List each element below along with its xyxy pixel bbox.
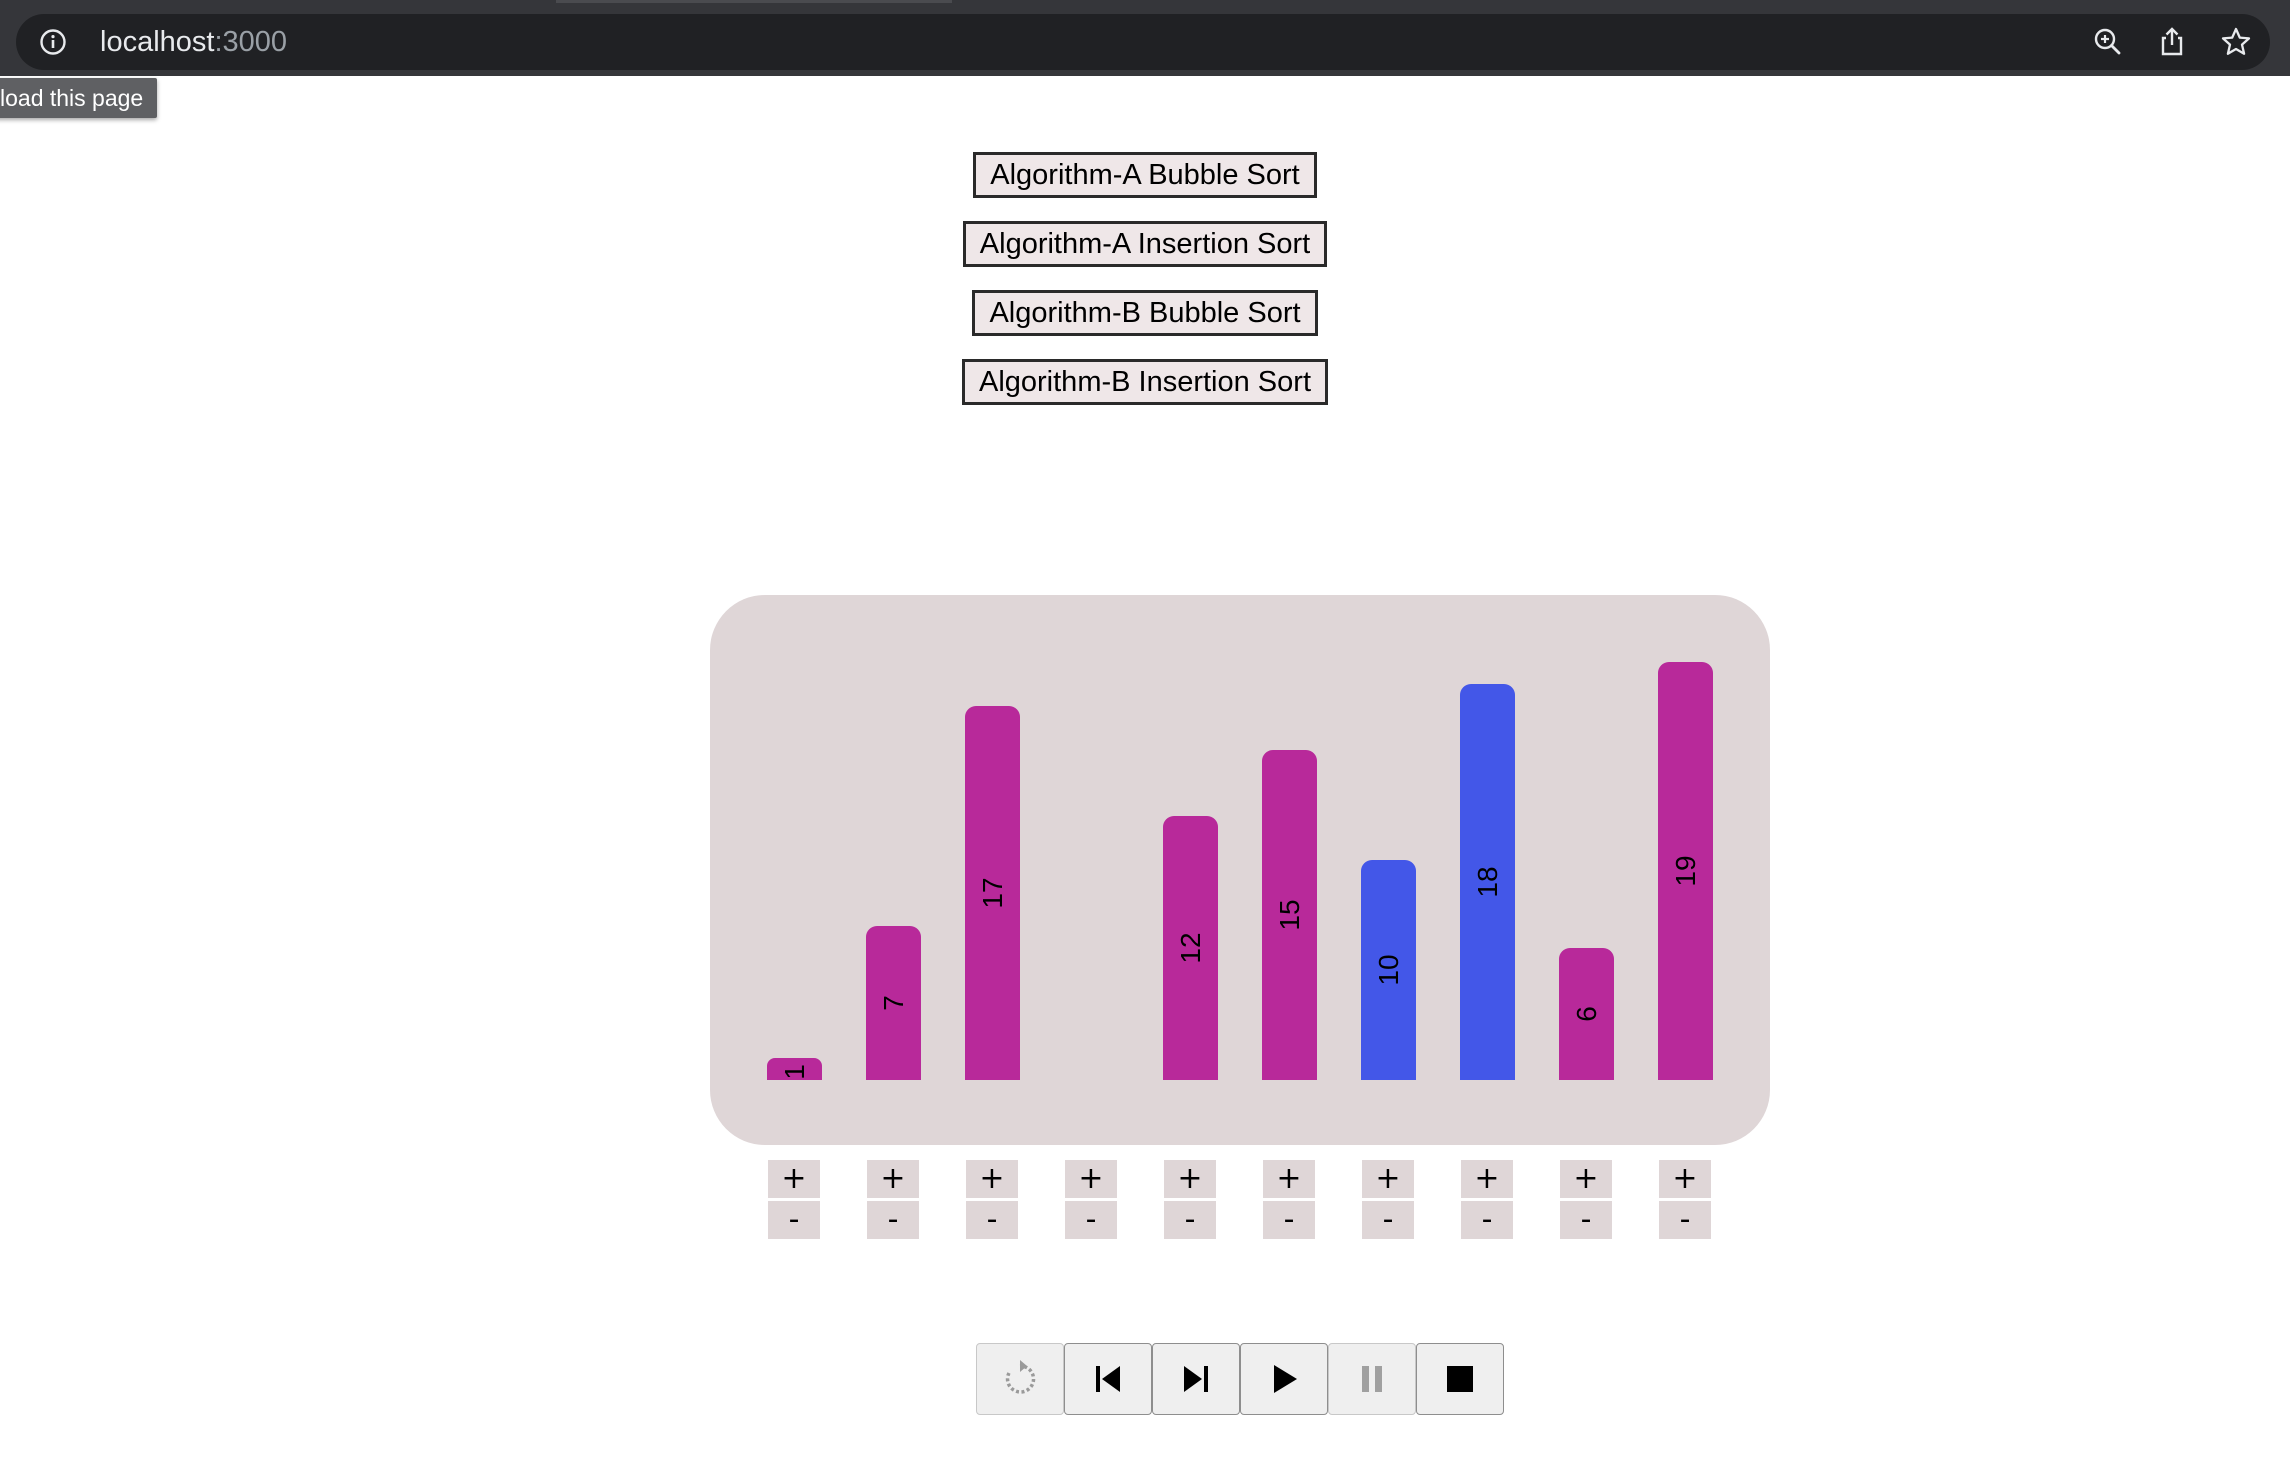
algorithm-a-bubble-sort-button[interactable]: Algorithm-A Bubble Sort	[973, 152, 1317, 198]
chart-bar: 19	[1658, 662, 1713, 1080]
skip-forward-button[interactable]	[1152, 1343, 1240, 1415]
increment-button[interactable]: +	[1065, 1160, 1117, 1198]
increment-button[interactable]: +	[1659, 1160, 1711, 1198]
stop-button[interactable]	[1416, 1343, 1504, 1415]
decrement-button[interactable]: -	[1065, 1201, 1117, 1239]
address-bar[interactable]: localhost:3000	[16, 14, 2270, 70]
chart-bar: 6	[1559, 948, 1614, 1080]
chart-bar: 18	[1460, 684, 1515, 1080]
share-icon[interactable]	[2156, 26, 2188, 58]
increment-button[interactable]: +	[1263, 1160, 1315, 1198]
bar-value-label: 10	[1372, 954, 1404, 986]
reset-button[interactable]	[976, 1343, 1064, 1415]
bar-value-label: 7	[877, 995, 909, 1011]
chart-bar: 1	[767, 1058, 822, 1080]
increment-button[interactable]: +	[1560, 1160, 1612, 1198]
bar-chart-panel: 1 7 17 12 15 10 18 6 19	[710, 595, 1770, 1145]
decrement-button[interactable]: -	[768, 1201, 820, 1239]
algorithm-button-list: Algorithm-A Bubble Sort Algorithm-A Inse…	[0, 152, 2290, 428]
stop-icon	[1447, 1366, 1473, 1392]
algorithm-b-bubble-sort-button[interactable]: Algorithm-B Bubble Sort	[972, 290, 1318, 336]
decrement-button[interactable]: -	[1560, 1201, 1612, 1239]
reset-icon	[1005, 1360, 1036, 1394]
info-icon[interactable]	[38, 27, 68, 57]
url-text[interactable]: localhost:3000	[100, 25, 287, 59]
bar-value-label: 17	[976, 877, 1008, 909]
url-host: localhost	[100, 26, 215, 58]
increment-button[interactable]: +	[867, 1160, 919, 1198]
bar-value-label: 6	[1570, 1006, 1602, 1022]
skip-forward-icon	[1184, 1366, 1208, 1392]
bar-value-label: 1	[778, 1064, 810, 1080]
increment-button[interactable]: +	[1164, 1160, 1216, 1198]
decrement-button[interactable]: -	[966, 1201, 1018, 1239]
bar-value-label: 15	[1273, 899, 1305, 931]
chart-bar: 10	[1361, 860, 1416, 1080]
browser-tab-strip	[0, 0, 2290, 10]
decrement-button[interactable]: -	[867, 1201, 919, 1239]
decrement-button[interactable]: -	[1461, 1201, 1513, 1239]
pause-button[interactable]	[1328, 1343, 1416, 1415]
url-port: :3000	[214, 26, 288, 58]
decrement-button[interactable]: -	[1164, 1201, 1216, 1239]
reload-tooltip: load this page	[0, 78, 158, 118]
pause-icon	[1362, 1366, 1382, 1392]
increment-button[interactable]: +	[966, 1160, 1018, 1198]
zoom-icon[interactable]	[2092, 26, 2124, 58]
bar-value-label: 19	[1669, 855, 1701, 887]
bar-value-label: 18	[1471, 866, 1503, 898]
increment-button[interactable]: +	[1362, 1160, 1414, 1198]
chart-bar: 15	[1262, 750, 1317, 1080]
decrement-button[interactable]: -	[1659, 1201, 1711, 1239]
browser-toolbar: localhost:3000	[0, 10, 2290, 76]
skip-back-icon	[1096, 1366, 1120, 1392]
play-button[interactable]	[1240, 1343, 1328, 1415]
decrement-button[interactable]: -	[1362, 1201, 1414, 1239]
chart-bar: 7	[866, 926, 921, 1080]
play-icon	[1274, 1365, 1297, 1393]
increment-button[interactable]: +	[1461, 1160, 1513, 1198]
algorithm-a-insertion-sort-button[interactable]: Algorithm-A Insertion Sort	[962, 221, 1328, 267]
decrement-button[interactable]: -	[1263, 1201, 1315, 1239]
bookmark-star-icon[interactable]	[2220, 26, 2252, 58]
chart-bar: 12	[1163, 816, 1218, 1080]
chart-bar: 17	[965, 706, 1020, 1080]
active-tab-indicator	[556, 0, 952, 3]
algorithm-b-insertion-sort-button[interactable]: Algorithm-B Insertion Sort	[961, 359, 1328, 405]
skip-back-button[interactable]	[1064, 1343, 1152, 1415]
increment-button[interactable]: +	[768, 1160, 820, 1198]
bar-value-label: 12	[1174, 932, 1206, 964]
